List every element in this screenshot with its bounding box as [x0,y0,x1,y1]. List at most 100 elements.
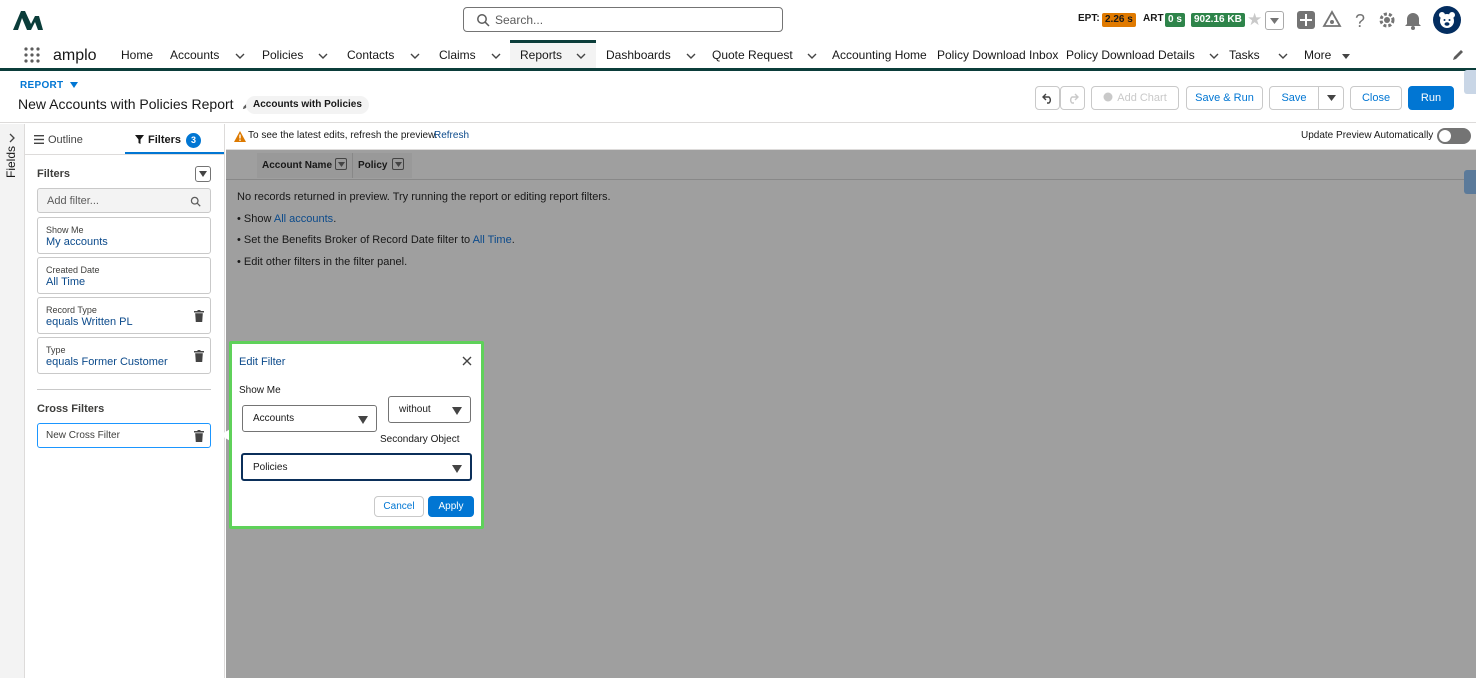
column-menu-button[interactable] [392,158,404,170]
caret-down-icon[interactable] [1341,51,1351,61]
refresh-link[interactable]: Refresh [434,130,469,141]
column-header-account-name[interactable]: Account Name [262,156,332,176]
run-button[interactable]: Run [1408,86,1454,110]
caret-down-icon [452,407,462,415]
nav-label: More [1304,48,1332,62]
column-menu-button[interactable] [335,158,347,170]
report-type-pill: Accounts with Policies [246,96,369,114]
chevron-right-icon[interactable] [8,133,16,143]
fields-rail-label[interactable]: Fields [4,146,18,178]
primary-object-select[interactable]: Accounts [242,405,377,432]
save-label: Save [1281,92,1307,104]
nav-label: Reports [520,48,563,62]
secondary-object-label: Secondary Object [380,434,460,445]
fields-rail[interactable] [0,124,25,678]
trash-icon[interactable] [194,310,204,322]
nav-item-home[interactable]: Home [121,40,153,68]
all-time-link[interactable]: All Time [473,234,512,246]
report-label-text: REPORT [20,80,64,91]
favorites-list-button[interactable] [1265,11,1284,30]
save-button[interactable]: Save [1269,86,1319,110]
nav-item-policy-download-details[interactable]: Policy Download Details [1066,40,1219,68]
edit-nav-pencil-icon[interactable] [1452,49,1464,61]
close-button[interactable]: Close [1350,86,1402,110]
filter-created-date[interactable]: Created Date All Time [37,257,211,294]
suggestion-text: . [511,234,515,246]
apply-button[interactable]: Apply [428,496,474,517]
chevron-down-icon[interactable] [576,51,586,61]
nav-item-more[interactable]: More [1304,40,1351,68]
section-divider [37,389,211,390]
filters-section-title: Filters [37,168,71,180]
filter-record-type[interactable]: Record Type equals Written PL [37,297,211,334]
report-title: New Accounts with Policies Report [18,96,252,112]
operator-select[interactable]: without [388,396,471,423]
nav-item-claims[interactable]: Claims [439,40,501,68]
chart-icon [1103,92,1113,102]
add-filter-placeholder: Add filter... [47,195,99,207]
cross-filter-new[interactable]: New Cross Filter [37,423,211,448]
side-panel-tab[interactable] [1464,170,1476,194]
nav-item-policy-download-inbox[interactable]: Policy Download Inbox [937,40,1058,68]
chevron-down-icon[interactable] [1278,51,1288,61]
report-object-label[interactable]: REPORT [20,80,78,91]
help-icon[interactable]: ? [1350,10,1370,30]
company-logo-icon[interactable] [12,8,44,32]
nav-item-dashboards[interactable]: Dashboards [606,40,696,68]
add-chart-button[interactable]: Add Chart [1091,86,1179,110]
preview-info-text: To see the latest edits, refresh the pre… [248,130,438,141]
undo-button[interactable] [1035,86,1060,110]
tab-outline[interactable]: Outline [34,128,94,154]
chevron-down-icon[interactable] [410,51,420,61]
caret-down-icon [338,162,345,167]
column-header-policy[interactable]: Policy [358,156,387,176]
trash-icon[interactable] [194,430,204,442]
nav-item-policies[interactable]: Policies [262,40,328,68]
chevron-down-icon[interactable] [318,51,328,61]
notification-bell-icon[interactable] [1403,10,1423,30]
global-search-input[interactable]: Search... [463,7,783,32]
user-avatar[interactable] [1433,6,1461,34]
app-launcher-icon[interactable] [24,47,40,63]
nav-item-quote-request[interactable]: Quote Request [712,40,817,68]
all-accounts-link[interactable]: All accounts [274,213,333,225]
nav-item-tasks[interactable]: Tasks [1229,40,1288,68]
favorite-star-icon[interactable]: ★ [1247,10,1262,30]
side-panel-tab[interactable] [1464,70,1476,94]
auto-update-toggle[interactable] [1437,128,1471,144]
chevron-down-icon[interactable] [1209,51,1219,61]
nav-item-contacts[interactable]: Contacts [347,40,420,68]
nav-item-reports[interactable]: Reports [510,40,596,68]
secondary-object-select[interactable]: Policies [241,453,472,481]
add-icon[interactable] [1296,10,1316,30]
header-divider [226,179,1476,180]
chevron-down-icon[interactable] [807,51,817,61]
save-options-button[interactable] [1318,86,1344,110]
add-chart-label: Add Chart [1117,92,1167,104]
search-icon [190,196,201,207]
cancel-button[interactable]: Cancel [374,496,424,517]
trailhead-icon[interactable] [1322,10,1342,30]
chevron-down-icon[interactable] [686,51,696,61]
save-and-run-button[interactable]: Save & Run [1186,86,1263,110]
search-icon [477,14,490,27]
redo-icon [1069,93,1079,104]
chevron-down-icon[interactable] [491,51,501,61]
global-header: Search... EPT: 2.26 s ART 0 s 902.16 KB … [0,0,1476,40]
nav-item-accounts[interactable]: Accounts [170,40,245,68]
nav-item-accounting-home[interactable]: Accounting Home [832,40,927,68]
setup-gear-icon[interactable] [1377,10,1397,30]
filter-type[interactable]: Type equals Former Customer [37,337,211,374]
chevron-down-icon[interactable] [235,51,245,61]
ept-badge: 2.26 s [1102,13,1136,27]
add-filter-input[interactable]: Add filter... [37,188,211,213]
filters-menu-button[interactable] [195,166,211,182]
caret-down-icon [358,416,368,424]
caret-down-icon[interactable] [69,82,78,89]
trash-icon[interactable] [194,350,204,362]
filter-value: My accounts [46,236,108,248]
tab-filters[interactable]: Filters 3 [125,128,224,154]
close-icon[interactable] [462,356,472,366]
redo-button[interactable] [1060,86,1085,110]
filter-show-me[interactable]: Show Me My accounts [37,217,211,254]
